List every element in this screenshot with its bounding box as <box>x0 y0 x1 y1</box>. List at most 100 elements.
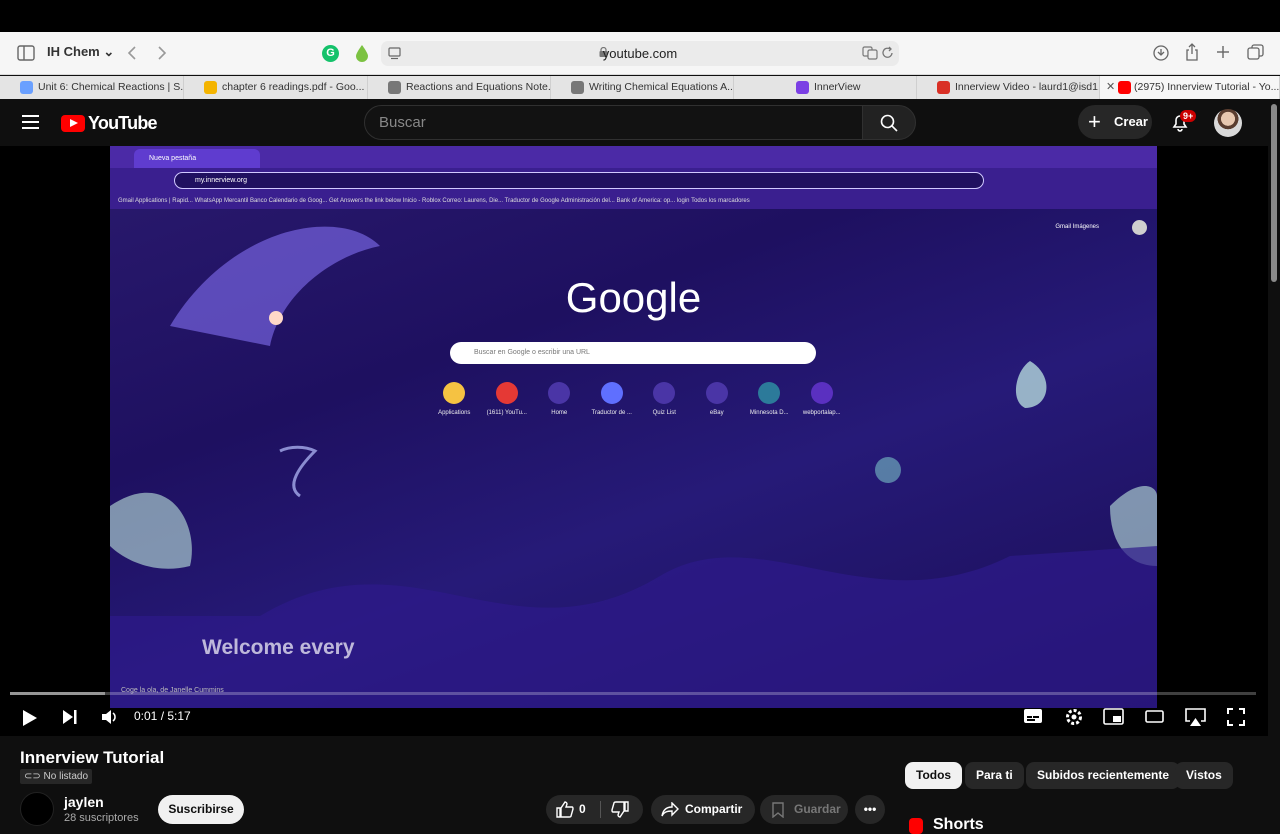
search-box <box>364 105 863 140</box>
channel-name[interactable]: jaylen <box>64 794 104 810</box>
like-icon[interactable] <box>556 801 574 818</box>
scroll-thumb[interactable] <box>1271 104 1277 282</box>
address-bar[interactable]: youtube.com <box>381 41 899 66</box>
inner-google-links: Gmail Imágenes <box>1055 224 1099 230</box>
share-label: Compartir <box>685 802 743 816</box>
channel-avatar[interactable] <box>20 792 54 826</box>
search-input[interactable] <box>365 106 862 139</box>
inner-shortcut: (1611) YouTu... <box>481 382 534 416</box>
share-icon[interactable] <box>1185 43 1199 61</box>
subtitles-icon[interactable] <box>1023 708 1043 724</box>
inner-shortcut: Applications <box>428 382 481 416</box>
video-player[interactable]: Nueva pestaña my.innerview.org Gmail App… <box>0 146 1268 736</box>
forward-icon[interactable] <box>157 45 167 61</box>
browser-toolbar: IH Chem ⌄ G youtube.com <box>0 32 1280 75</box>
inner-shortcut: Home <box>533 382 586 416</box>
grammarly-extension-icon[interactable]: G <box>322 45 339 62</box>
create-button[interactable]: + Crear <box>1078 105 1152 139</box>
unlisted-label: No listado <box>43 771 89 782</box>
volume-icon[interactable] <box>100 707 120 727</box>
shorts-icon <box>909 818 923 834</box>
fullscreen-icon[interactable] <box>1227 708 1245 726</box>
address-url: youtube.com <box>602 46 678 61</box>
profile-menu[interactable]: IH Chem ⌄ <box>47 44 114 60</box>
inner-google-logo: Google <box>565 274 702 321</box>
tab-innerview[interactable]: InnerView <box>734 76 917 99</box>
chip-para-ti[interactable]: Para ti <box>965 762 1024 789</box>
tab-favicon-icon <box>388 81 401 94</box>
back-icon[interactable] <box>127 45 137 61</box>
tab-chapter6-pdf[interactable]: chapter 6 readings.pdf - Goo... <box>184 76 368 99</box>
miniplayer-icon[interactable] <box>1103 708 1124 725</box>
subscribe-button[interactable]: Suscribirse <box>158 795 244 824</box>
notification-badge: 9+ <box>1180 110 1197 122</box>
video-frame[interactable]: Nueva pestaña my.innerview.org Gmail App… <box>110 146 1157 708</box>
tab-favicon-icon <box>20 81 33 94</box>
search-button[interactable] <box>862 105 916 140</box>
tab-label: chapter 6 readings.pdf - Goo... <box>222 81 365 93</box>
sidebar-icon[interactable] <box>17 45 35 61</box>
save-button[interactable]: Guardar <box>760 795 848 824</box>
next-icon[interactable] <box>61 708 78 726</box>
player-controls: 0:01 / 5:17 <box>0 701 1268 736</box>
translate-icon[interactable] <box>862 46 878 60</box>
time-display: 0:01 / 5:17 <box>134 709 191 723</box>
create-label: Crear <box>1114 114 1148 129</box>
youtube-logo-text: YouTube <box>88 113 158 133</box>
tab-label: (2975) Innerview Tutorial - Yo... <box>1134 81 1280 93</box>
tab-label: Writing Chemical Equations A... <box>589 81 734 93</box>
tab-favicon-icon <box>571 81 584 94</box>
user-avatar[interactable] <box>1214 109 1242 137</box>
link-icon: ⊂⊃ <box>24 771 41 782</box>
drop-extension-icon[interactable] <box>355 44 369 62</box>
video-title: Innerview Tutorial <box>20 748 165 767</box>
inner-shortcut: Minnesota D... <box>743 382 796 416</box>
progress-bar[interactable] <box>10 692 1256 695</box>
settings-icon[interactable] <box>1064 707 1084 727</box>
bookmark-icon <box>772 802 784 818</box>
tab-innerview-gmail[interactable]: Innerview Video - laurd1@isd1... <box>917 76 1100 99</box>
youtube-logo[interactable]: YouTube <box>61 113 158 134</box>
theater-mode-icon[interactable] <box>1145 710 1164 723</box>
chevron-down-icon: ⌄ <box>103 44 115 59</box>
shorts-label: Shorts <box>933 816 984 833</box>
search-icon <box>880 114 898 132</box>
tab-youtube-active[interactable]: ✕ (2975) Innerview Tutorial - Yo... <box>1100 76 1280 99</box>
more-actions-button[interactable]: ••• <box>855 795 885 824</box>
unlisted-badge: ⊂⊃ No listado <box>20 769 93 784</box>
inner-tab: Nueva pestaña <box>134 149 260 168</box>
tab-unit6[interactable]: Unit 6: Chemical Reactions | S... <box>0 76 184 99</box>
dislike-icon[interactable] <box>611 801 629 818</box>
like-divider <box>600 801 601 818</box>
inner-shortcut: Traductor de ... <box>586 382 639 416</box>
inner-shortcut: webportalap... <box>796 382 849 416</box>
inner-shortcuts: Applications (1611) YouTu... Home Traduc… <box>428 382 848 416</box>
airplay-icon[interactable] <box>1184 707 1207 727</box>
innerview-icon <box>796 81 809 94</box>
inner-google-search: Buscar en Google o escribir una URL <box>450 342 816 364</box>
buffer-bar <box>10 692 105 695</box>
inner-browser-toolbar: my.innerview.org <box>110 168 1157 193</box>
youtube-favicon-icon <box>1118 81 1131 94</box>
chip-todos[interactable]: Todos <box>905 762 963 789</box>
share-button[interactable]: Compartir <box>651 795 755 824</box>
more-icon: ••• <box>863 802 877 816</box>
play-icon[interactable] <box>21 708 39 728</box>
jellyfish-wave-background <box>110 226 1157 708</box>
like-count: 0 <box>579 802 586 816</box>
menu-icon[interactable] <box>22 115 39 129</box>
chip-subidos-recientemente[interactable]: Subidos recientemente <box>1026 762 1181 789</box>
like-dislike-group: 0 <box>546 795 643 824</box>
tab-writing-equations[interactable]: Writing Chemical Equations A... <box>551 76 734 99</box>
tab-overview-icon[interactable] <box>1247 44 1264 60</box>
page-scrollbar[interactable] <box>1268 99 1280 831</box>
inner-shortcut: Quiz List <box>638 382 691 416</box>
chip-vistos[interactable]: Vistos <box>1175 762 1233 789</box>
download-icon[interactable] <box>1153 45 1169 61</box>
reload-icon[interactable] <box>881 46 894 60</box>
profile-label: IH Chem <box>47 44 100 59</box>
new-tab-icon[interactable] <box>1216 45 1230 59</box>
close-tab-icon[interactable]: ✕ <box>1106 76 1115 99</box>
shorts-heading: Shorts <box>909 816 984 834</box>
tab-reactions-notes[interactable]: Reactions and Equations Note... <box>368 76 551 99</box>
